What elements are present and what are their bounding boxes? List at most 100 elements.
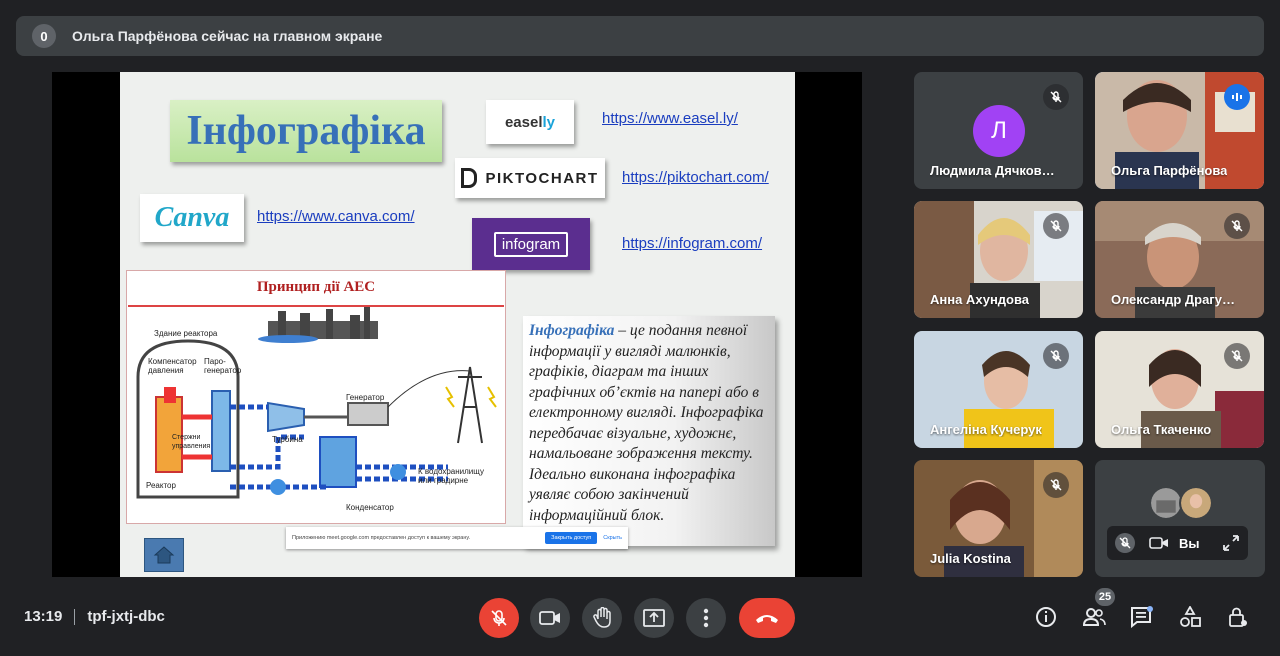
stop-sharing-button[interactable]: Закрыть доступ	[545, 532, 598, 544]
easelly-logo-text-b: ly	[542, 113, 556, 131]
piktochart-logo-text: PIKTOCHART	[485, 169, 599, 187]
label-generator: Генератор	[346, 393, 385, 402]
end-call-button[interactable]	[739, 598, 795, 638]
canva-logo-text: Canva	[154, 202, 230, 233]
banner-text: Ольга Парфёнова сейчас на главном экране	[72, 28, 383, 44]
link-easelly[interactable]: https://www.easel.ly/	[602, 110, 738, 127]
mic-muted-icon	[1043, 213, 1069, 239]
bottom-bar: 13:19 tpf-jxtj-dbc 25	[0, 584, 1280, 656]
participant-name: Олександр Драгу…	[1111, 292, 1235, 307]
self-camera-toggle[interactable]	[1149, 535, 1169, 551]
phone-hangup-icon	[756, 615, 778, 623]
self-avatar	[1149, 486, 1183, 520]
more-vert-icon	[703, 608, 709, 628]
mic-toggle-button[interactable]	[479, 598, 519, 638]
power-tower-icon	[457, 366, 483, 444]
self-avatar	[1179, 486, 1213, 520]
divider	[74, 608, 76, 625]
participant-tile[interactable]: Л Людмила Дячков…	[914, 72, 1083, 189]
participant-name: Анна Ахундова	[930, 292, 1030, 307]
self-mic-toggle[interactable]	[1115, 533, 1135, 553]
activities-icon	[1180, 606, 1201, 627]
meeting-details-button[interactable]	[1031, 602, 1061, 632]
self-label: Вы	[1179, 535, 1200, 551]
label-turbine: Турбина	[272, 435, 303, 444]
participant-name: Ольга Парфёнова	[1111, 163, 1228, 178]
canva-logo: Canva	[140, 194, 244, 242]
easelly-logo-text-a: easel	[504, 113, 543, 131]
raise-hand-button[interactable]	[582, 598, 622, 638]
more-options-button[interactable]	[686, 598, 726, 638]
diagram-frame: Здание реактора Компенсатор давления Пар…	[128, 305, 504, 521]
participant-tile[interactable]: Ангеліна Кучерук	[914, 331, 1083, 448]
info-icon	[1036, 607, 1056, 627]
chat-button[interactable]	[1127, 602, 1157, 632]
npp-diagram: Принцип дії АЕС Здание реактора Компенса…	[126, 270, 506, 524]
label-pressurizer: Компенсатор давления	[148, 357, 197, 375]
self-controls: Вы	[1107, 526, 1248, 560]
mic-muted-icon	[1224, 343, 1250, 369]
link-canva[interactable]: https://www.canva.com/	[257, 208, 415, 225]
people-button[interactable]	[1079, 602, 1109, 632]
definition-body: – це подання певної інформації у вигляді…	[529, 322, 764, 524]
activities-button[interactable]	[1175, 602, 1205, 632]
share-notice-text: Приложению meet.google.com предоставлен …	[292, 535, 471, 541]
mic-muted-icon	[1043, 472, 1069, 498]
participant-tile-active[interactable]: Ольга Парфёнова	[1095, 72, 1264, 189]
home-icon	[153, 546, 175, 564]
label-control-rods: Стержни управления	[172, 434, 211, 450]
participant-name: Julia Kostina	[930, 551, 1011, 566]
mic-muted-icon	[1043, 343, 1069, 369]
participant-name: Ольга Ткаченко	[1111, 422, 1212, 437]
slide: Інфографіка easel ly https://www.easel.ly…	[120, 72, 795, 577]
present-screen-icon	[643, 609, 665, 627]
screen-share-notice: Приложению meet.google.com предоставлен …	[286, 527, 628, 549]
chat-icon	[1131, 606, 1153, 628]
expand-icon	[1223, 535, 1239, 551]
mic-muted-icon	[491, 610, 507, 626]
lock-person-icon	[1229, 607, 1247, 627]
meeting-code[interactable]: tpf-jxtj-dbc	[87, 608, 164, 625]
link-infogram[interactable]: https://infogram.com/	[622, 235, 762, 252]
diagram-title: Принцип дії АЕС	[256, 279, 376, 295]
npp-schematic	[136, 307, 497, 499]
label-reservoir: К водохранилищу или градирне	[418, 467, 484, 485]
meeting-info: 13:19 tpf-jxtj-dbc	[24, 608, 165, 625]
avatar: Л	[973, 105, 1025, 157]
people-count-badge: 25	[1095, 588, 1115, 606]
label-steam-generator: Паро-генератор	[204, 357, 242, 375]
infogram-logo: infogram	[472, 218, 590, 270]
speaking-indicator-icon	[1224, 84, 1250, 110]
camera-toggle-button[interactable]	[530, 598, 570, 638]
link-piktochart[interactable]: https://piktochart.com/	[622, 169, 769, 186]
self-thumbnails	[1149, 486, 1213, 520]
piktochart-mark-icon	[461, 168, 478, 188]
camera-icon	[539, 611, 560, 625]
participant-tile[interactable]: Анна Ахундова	[914, 201, 1083, 318]
mic-muted-icon	[1115, 533, 1135, 553]
expand-button[interactable]	[1222, 534, 1240, 552]
participant-tile[interactable]: Олександр Драгу…	[1095, 201, 1264, 318]
piktochart-logo: PIKTOCHART	[455, 158, 605, 198]
hand-icon	[593, 607, 611, 628]
definition-lead: Інфографіка	[529, 322, 615, 339]
label-reactor: Реактор	[146, 481, 176, 490]
hide-notice-button[interactable]: Скрыть	[603, 535, 622, 541]
label-condenser: Конденсатор	[346, 503, 394, 512]
home-button[interactable]	[144, 538, 184, 572]
participant-name: Людмила Дячков…	[930, 163, 1055, 178]
slide-title: Інфографіка	[170, 100, 442, 162]
people-icon	[1082, 608, 1106, 626]
mic-muted-icon	[1224, 213, 1250, 239]
camera-icon	[1149, 537, 1168, 549]
banner-count-badge: 0	[32, 24, 56, 48]
host-controls-button[interactable]	[1223, 602, 1253, 632]
self-tile[interactable]: Вы	[1095, 460, 1265, 577]
present-button[interactable]	[634, 598, 674, 638]
presentation-stage: Інфографіка easel ly https://www.easel.ly…	[52, 72, 862, 577]
participant-name: Ангеліна Кучерук	[930, 422, 1042, 437]
definition-text: Інфографіка – це подання певної інформац…	[523, 316, 775, 546]
mic-muted-icon	[1043, 84, 1069, 110]
participant-tile[interactable]: Ольга Ткаченко	[1095, 331, 1264, 448]
participant-tile[interactable]: Julia Kostina	[914, 460, 1083, 577]
